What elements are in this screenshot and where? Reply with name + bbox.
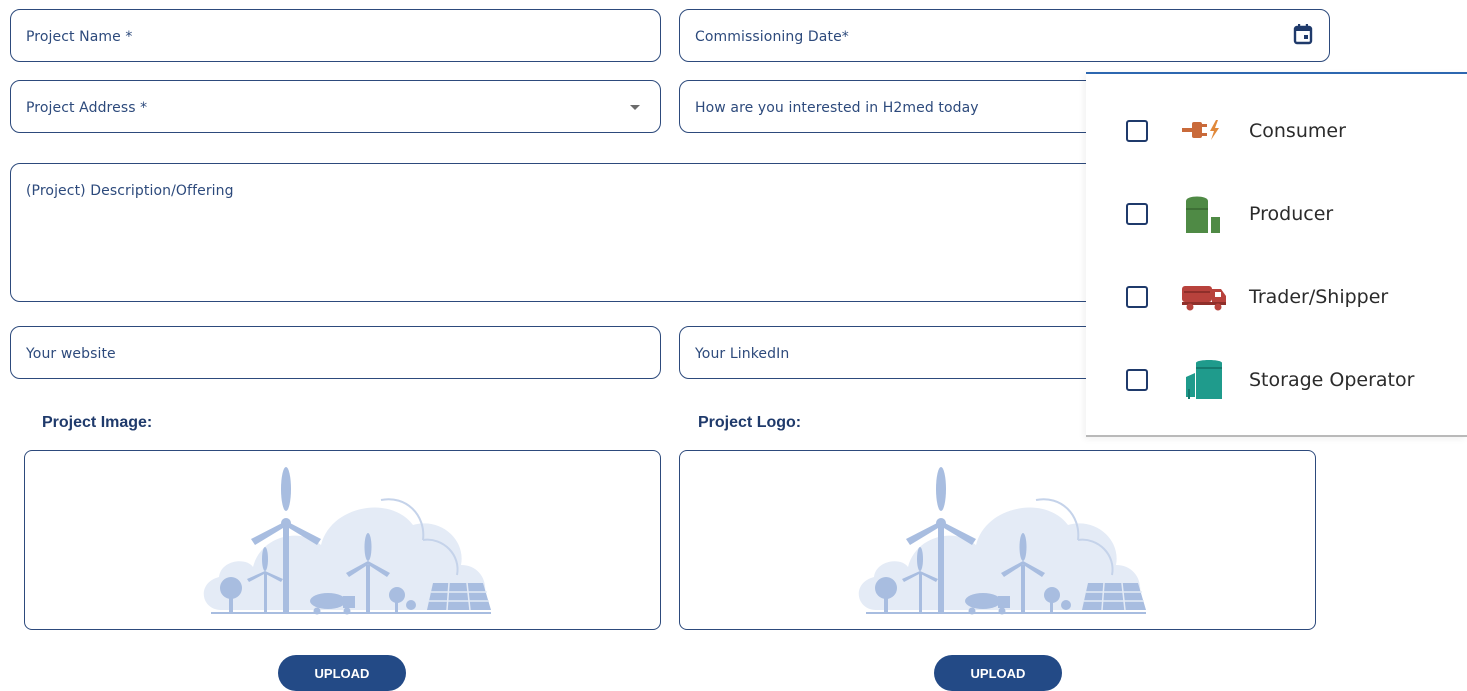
producer-label: Producer bbox=[1249, 203, 1334, 225]
storage-operator-checkbox[interactable] bbox=[1126, 369, 1148, 391]
renewable-energy-illustration bbox=[203, 467, 491, 615]
option-trader-shipper[interactable]: Trader/Shipper bbox=[1086, 268, 1467, 328]
project-address-select[interactable]: Project Address * bbox=[10, 80, 661, 133]
option-producer[interactable]: Producer bbox=[1086, 185, 1467, 245]
storage-operator-label: Storage Operator bbox=[1249, 369, 1415, 391]
project-image-title: Project Image: bbox=[42, 414, 153, 431]
upload-logo-button[interactable]: UPLOAD bbox=[934, 655, 1062, 691]
website-label: Your website bbox=[26, 346, 116, 362]
consumer-label: Consumer bbox=[1249, 120, 1346, 142]
producer-tank-icon bbox=[1186, 196, 1220, 233]
website-field[interactable]: Your website bbox=[10, 326, 661, 379]
description-label: (Project) Description/Offering bbox=[26, 183, 234, 199]
upload-image-button[interactable]: UPLOAD bbox=[278, 655, 406, 691]
producer-checkbox[interactable] bbox=[1126, 203, 1148, 225]
commissioning-date-field[interactable]: Commissioning Date* bbox=[679, 9, 1330, 62]
interest-label: How are you interested in H2med today bbox=[695, 100, 979, 116]
option-consumer[interactable]: Consumer bbox=[1086, 102, 1467, 162]
plug-lightning-icon bbox=[1182, 120, 1219, 140]
project-name-label: Project Name * bbox=[26, 29, 133, 45]
calendar-icon[interactable] bbox=[1293, 23, 1313, 45]
project-name-field[interactable]: Project Name * bbox=[10, 9, 661, 62]
linkedin-label: Your LinkedIn bbox=[695, 346, 790, 362]
renewable-energy-illustration bbox=[858, 467, 1146, 615]
option-storage-operator[interactable]: Storage Operator bbox=[1086, 351, 1467, 411]
project-address-label: Project Address * bbox=[26, 100, 148, 116]
project-logo-title: Project Logo: bbox=[698, 414, 802, 431]
truck-icon bbox=[1182, 286, 1226, 311]
chevron-down-icon bbox=[630, 105, 640, 110]
interest-options-panel: Consumer Producer Trader/Shipper Storage… bbox=[1086, 72, 1467, 437]
commissioning-date-label: Commissioning Date* bbox=[695, 29, 849, 45]
trader-shipper-label: Trader/Shipper bbox=[1249, 286, 1389, 308]
consumer-checkbox[interactable] bbox=[1126, 120, 1148, 142]
project-logo-dropzone[interactable] bbox=[679, 450, 1316, 630]
storage-tank-icon bbox=[1186, 360, 1222, 399]
trader-shipper-checkbox[interactable] bbox=[1126, 286, 1148, 308]
project-image-dropzone[interactable] bbox=[24, 450, 661, 630]
